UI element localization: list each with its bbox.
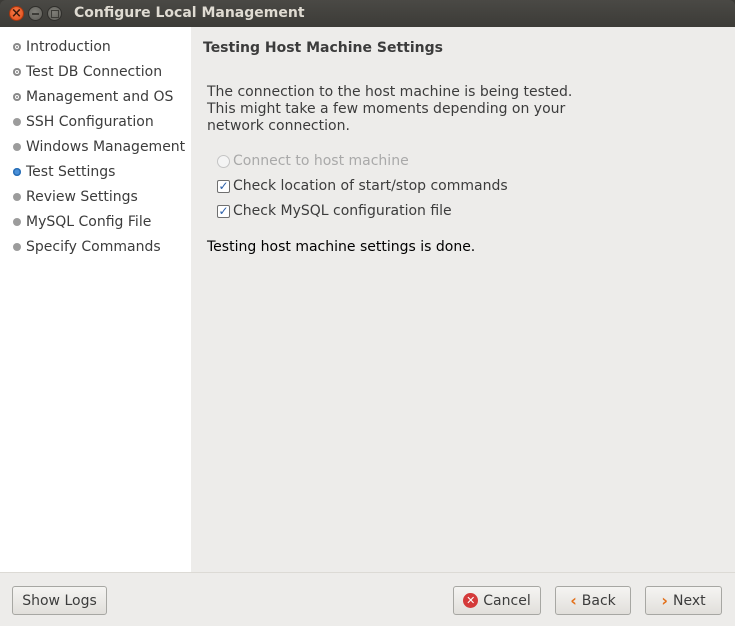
sidebar-item-management-and-os: Management and OS <box>13 87 173 107</box>
sidebar-item-label: SSH Configuration <box>26 114 154 130</box>
close-icon[interactable] <box>9 6 24 21</box>
maximize-icon[interactable] <box>47 6 62 21</box>
task-check-mysql-config: ✓ Check MySQL configuration file <box>217 202 452 220</box>
step-active-icon <box>13 168 21 176</box>
checkmark-icon: ✓ <box>217 204 230 218</box>
sidebar-item-test-db-connection: Test DB Connection <box>13 62 162 82</box>
minimize-icon[interactable] <box>28 6 43 21</box>
sidebar-item-label: Windows Management <box>26 139 186 155</box>
title-bar: Configure Local Management <box>0 0 735 27</box>
sidebar-item-label: Introduction <box>26 39 111 55</box>
status-message: Testing host machine settings is done. <box>207 239 476 255</box>
step-pending-icon <box>13 243 21 251</box>
sidebar-item-label: Specify Commands <box>26 239 161 255</box>
step-pending-icon <box>13 193 21 201</box>
wizard-sidebar: Introduction Test DB Connection Manageme… <box>0 27 191 572</box>
page-title: Testing Host Machine Settings <box>203 40 443 56</box>
sidebar-item-ssh-configuration: SSH Configuration <box>13 112 154 132</box>
cancel-label: Cancel <box>483 592 531 609</box>
chevron-left-icon: ‹ <box>570 590 577 610</box>
window-title: Configure Local Management <box>74 5 305 21</box>
sidebar-item-label: Test DB Connection <box>26 64 163 80</box>
sidebar-item-label: Review Settings <box>26 189 138 205</box>
step-done-icon <box>13 93 21 101</box>
step-done-icon <box>13 43 21 51</box>
sidebar-item-specify-commands: Specify Commands <box>13 237 161 257</box>
task-check-start-stop-commands: ✓ Check location of start/stop commands <box>217 177 508 195</box>
description-text: The connection to the host machine is be… <box>207 84 573 134</box>
sidebar-item-windows-management: Windows Management <box>13 137 185 157</box>
step-done-icon <box>13 68 21 76</box>
next-button[interactable]: › Next <box>645 586 722 615</box>
cancel-icon: ✕ <box>463 593 479 608</box>
pending-radio-icon <box>217 154 230 168</box>
task-connect-to-host: Connect to host machine <box>217 152 409 170</box>
step-pending-icon <box>13 118 21 126</box>
sidebar-item-mysql-config-file: MySQL Config File <box>13 212 151 232</box>
window-body: Introduction Test DB Connection Manageme… <box>0 27 735 626</box>
sidebar-item-label: MySQL Config File <box>26 214 152 230</box>
sidebar-item-introduction: Introduction <box>13 37 111 57</box>
cancel-button[interactable]: ✕ Cancel <box>453 586 541 615</box>
show-logs-label: Show Logs <box>22 592 97 609</box>
sidebar-item-label: Test Settings <box>26 164 116 180</box>
sidebar-item-label: Management and OS <box>26 89 174 105</box>
show-logs-button[interactable]: Show Logs <box>12 586 107 615</box>
checkmark-icon: ✓ <box>217 179 230 193</box>
sidebar-item-test-settings: Test Settings <box>13 162 115 182</box>
main-panel: Testing Host Machine Settings The connec… <box>191 27 735 572</box>
next-label: Next <box>672 592 706 609</box>
step-pending-icon <box>13 218 21 226</box>
divider <box>0 572 735 573</box>
back-label: Back <box>581 592 616 609</box>
step-pending-icon <box>13 143 21 151</box>
task-label: Check location of start/stop commands <box>233 178 508 194</box>
back-button[interactable]: ‹ Back <box>555 586 631 615</box>
chevron-right-icon: › <box>661 590 668 610</box>
task-label: Connect to host machine <box>233 153 409 169</box>
task-label: Check MySQL configuration file <box>233 203 452 219</box>
sidebar-item-review-settings: Review Settings <box>13 187 138 207</box>
